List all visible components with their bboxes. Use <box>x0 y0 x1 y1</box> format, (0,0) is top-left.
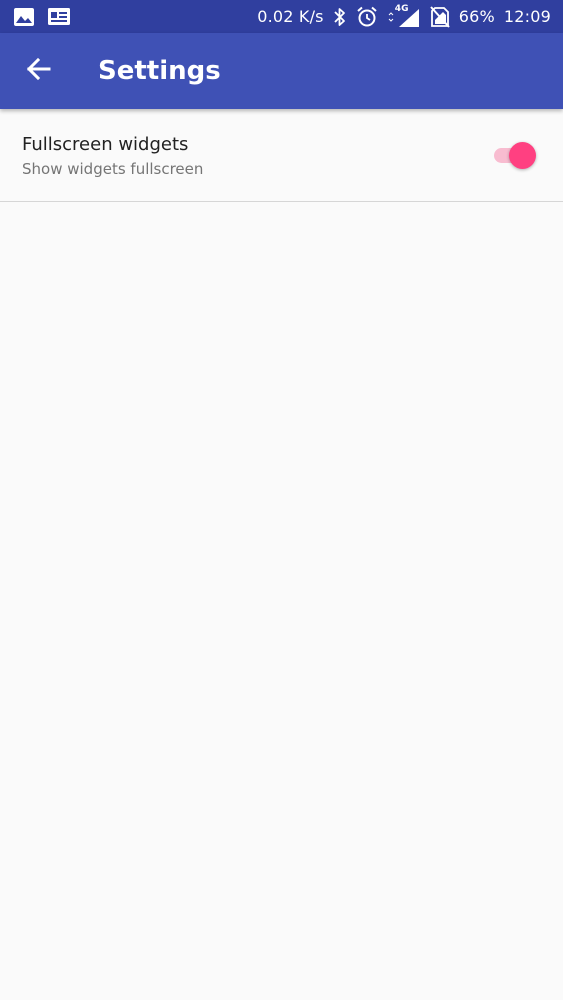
clock: 12:09 <box>503 7 551 26</box>
settings-list: Fullscreen widgets Show widgets fullscre… <box>0 109 563 202</box>
battery-level: 66% <box>458 7 495 26</box>
no-sim-icon <box>429 5 450 28</box>
status-bar: 0.02 K/s 4G 66% 12:09 <box>0 0 563 33</box>
bluetooth-icon <box>333 7 347 27</box>
setting-summary: Show widgets fullscreen <box>22 160 204 178</box>
app-bar: Settings <box>0 33 563 109</box>
status-bar-system: 0.02 K/s 4G 66% 12:09 <box>257 4 551 28</box>
news-icon <box>48 8 70 25</box>
signal-icon: 4G <box>387 4 421 28</box>
net-speed: 0.02 K/s <box>257 7 324 26</box>
arrow-back-icon <box>25 56 51 86</box>
back-button[interactable] <box>14 47 62 95</box>
status-bar-notifications <box>14 7 70 26</box>
toggle-thumb <box>509 142 536 169</box>
setting-title: Fullscreen widgets <box>22 134 189 155</box>
alarm-icon <box>356 6 378 28</box>
fullscreen-widgets-toggle[interactable] <box>492 139 538 171</box>
image-icon <box>14 7 34 26</box>
setting-fullscreen-widgets[interactable]: Fullscreen widgets Show widgets fullscre… <box>0 109 563 202</box>
page-title: Settings <box>98 56 221 86</box>
